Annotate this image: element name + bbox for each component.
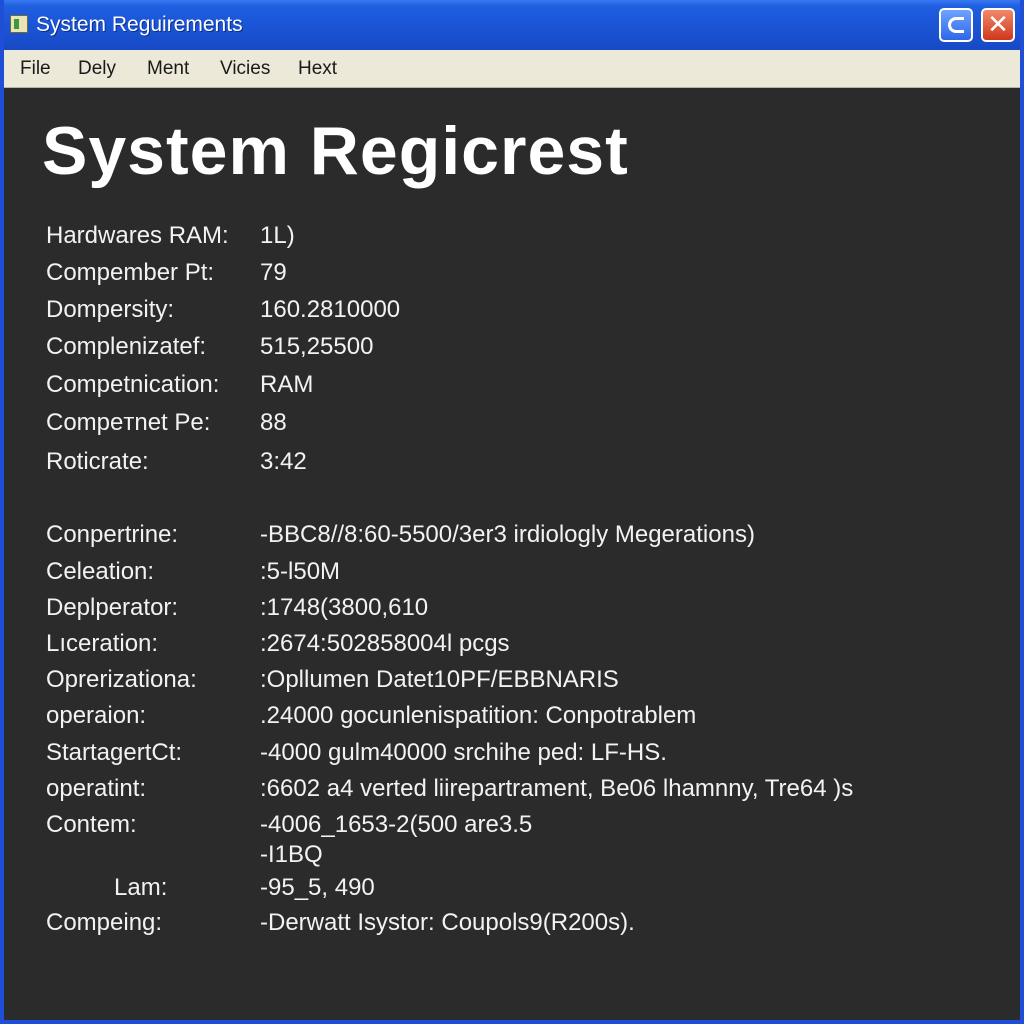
detail-value: -95_5, 490 [260,874,375,901]
detail-row: operatint: :6602 a4 verted liirepartrame… [42,775,1002,807]
detail-label: Deplperator: [46,594,179,621]
detail-value: -I1BQ [260,841,323,868]
menu-file[interactable]: File [20,58,51,80]
spec-value: 1L) [260,222,295,249]
detail-label: Lıceration: [46,630,159,657]
detail-value: :1748(3800,610 [260,594,429,621]
restore-button[interactable] [939,8,973,42]
detail-row: Lam: -95_5, 490 [42,874,1002,906]
menu-ment[interactable]: Ment [147,58,189,80]
spec-label: Compeтnet Pe: [46,409,211,436]
spec-label: Competnication: [46,371,220,398]
detail-row: Celeation: :5-l50M [42,558,1002,590]
detail-row: Conpertrine: -BBC8//8:60-5500/3er3 irdio… [42,521,1002,553]
spec-label: Hardwares RAM: [46,222,229,249]
menu-vicies[interactable]: Vicies [220,58,270,80]
spec-value: RAM [260,371,314,398]
spec-value: 160.2810000 [260,296,401,323]
detail-row: Compeing: -Derwatt Isystor: Coupols9(R20… [42,909,1002,941]
detail-value: :5-l50M [260,558,341,585]
detail-value: :6602 a4 verted liirepartrament, Be06 lh… [260,775,854,802]
spec-row: Competnication: RAM [42,371,1002,403]
spec-label: Compember Pt: [46,259,215,286]
spec-value: 515,25500 [260,333,374,360]
spec-value: 3:42 [260,448,307,475]
app-window: System Reguirements ✕ File Dely Ment Vic… [0,0,1024,1024]
spec-row: Compember Pt: 79 [42,259,1002,291]
spec-row: Compeтnet Pe: 88 [42,409,1002,441]
spec-value: 79 [260,259,287,286]
detail-label: Lam: [114,874,168,901]
detail-row: operaion: .24000 gocunlenispatition: Con… [42,702,1002,734]
window-title: System Reguirements [36,13,243,36]
detail-value: :2674:502858004l pcgs [260,630,510,657]
detail-label: Celeation: [46,558,155,585]
detail-row: StartagertCt: -4000 gulm40000 srchihe pe… [42,739,1002,771]
spec-label: Roticrate: [46,448,149,475]
menu-dely[interactable]: Dely [78,58,116,80]
detail-value: .24000 gocunlenispatition: Conpotrablem [260,702,697,729]
detail-label: Compeing: [46,909,163,936]
spec-row: Dompersity: 160.2810000 [42,296,1002,328]
detail-row: Oprerizationa: :Opllumen Datet10PF/EBBNA… [42,666,1002,698]
content-area: System Regicrest Hardwares RAM: 1L) Comp… [4,88,1020,1020]
detail-label: StartagertCt: [46,739,183,766]
spec-row: Hardwares RAM: 1L) [42,222,1002,254]
page-title: System Regicrest [42,113,629,189]
detail-value: -4006_1653-2(500 are3.5 [260,811,533,838]
detail-label: Oprerizationa: [46,666,197,693]
detail-value: -4000 gulm40000 srchihe ped: LF-HS. [260,739,667,766]
detail-row: Contem: -4006_1653-2(500 are3.5 [42,811,1002,843]
detail-row: Deplperator: :1748(3800,610 [42,594,1002,626]
close-icon: ✕ [987,10,1009,40]
menu-hext[interactable]: Hext [298,58,337,80]
detail-value: :Opllumen Datet10PF/EBBNARIS [260,666,619,693]
restore-icon [948,17,964,33]
spec-value: 88 [260,409,287,436]
app-icon[interactable] [10,15,28,33]
spec-row: Complenizatef: 515,25500 [42,333,1002,365]
detail-label: operaion: [46,702,147,729]
menu-bar: File Dely Ment Vicies Hext [4,50,1020,88]
detail-row: Lıceration: :2674:502858004l pcgs [42,630,1002,662]
detail-value: -BBC8//8:60-5500/3er3 irdiologly Megerat… [260,521,755,548]
spec-label: Dompersity: [46,296,175,323]
close-button[interactable]: ✕ [981,8,1015,42]
detail-label: Contem: [46,811,137,838]
spec-label: Complenizatef: [46,333,207,360]
detail-label: Conpertrine: [46,521,179,548]
detail-row: -I1BQ [42,841,1002,873]
spec-row: Roticrate: 3:42 [42,448,1002,480]
detail-label: operatint: [46,775,147,802]
detail-value: -Derwatt Isystor: Coupols9(R200s). [260,909,635,936]
title-bar[interactable]: System Reguirements ✕ [4,0,1020,50]
